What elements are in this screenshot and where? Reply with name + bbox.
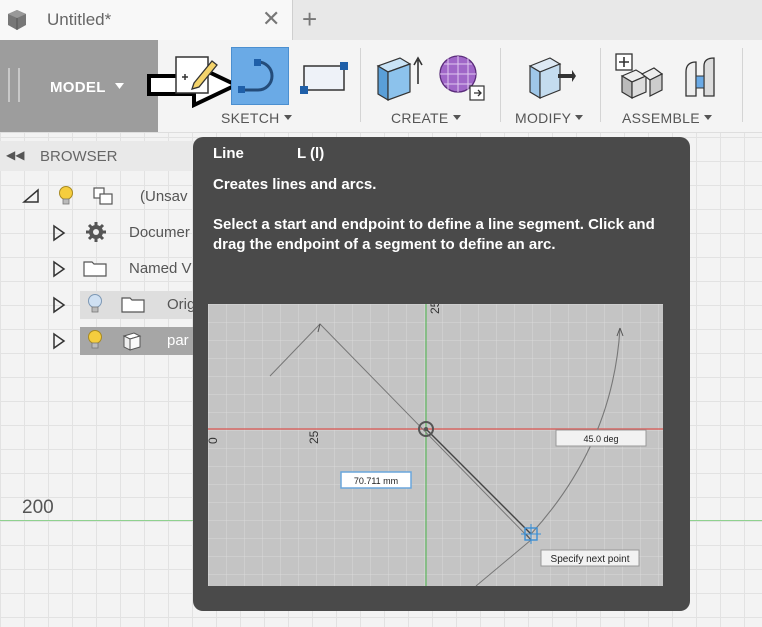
expand-triangle-icon[interactable] xyxy=(52,332,66,350)
preview-length-value: 70.711 mm xyxy=(354,476,398,486)
preview-axis-label-left: 0 xyxy=(208,437,220,444)
browser-title: BROWSER xyxy=(40,148,118,165)
toolbar-grip[interactable] xyxy=(8,68,20,102)
body-cube-icon xyxy=(122,332,142,351)
preview-axis-label-mid: 25 xyxy=(307,430,321,444)
tree-item-origin[interactable]: Origi xyxy=(52,291,202,319)
visibility-bulb-icon[interactable] xyxy=(87,293,103,315)
new-component-icon[interactable] xyxy=(612,50,664,102)
joint-icon[interactable] xyxy=(678,52,730,104)
tooltip-description: Select a start and endpoint to define a … xyxy=(213,216,655,253)
group-label-sketch[interactable]: SKETCH xyxy=(221,110,292,126)
tab-bar: Untitled* ✕ + xyxy=(0,0,762,41)
toolbar-separator xyxy=(742,48,743,122)
press-pull-icon[interactable] xyxy=(524,52,576,104)
line-arc-icon xyxy=(238,59,274,93)
line-tool-button[interactable] xyxy=(231,47,289,105)
expand-triangle-icon[interactable] xyxy=(52,224,66,242)
visibility-bulb-icon[interactable] xyxy=(58,185,74,207)
component-icon xyxy=(93,187,113,205)
tree-item-document-settings[interactable]: Documer xyxy=(52,219,202,247)
group-label-modify[interactable]: MODIFY xyxy=(515,110,584,126)
preview-sketch-illustration: 70.711 mm 45.0 deg Specify next point 25… xyxy=(208,304,663,586)
new-tab-icon[interactable]: + xyxy=(302,4,317,35)
chevron-down-icon xyxy=(704,115,713,121)
workspace-switcher[interactable]: MODEL xyxy=(0,40,158,132)
document-cube-icon xyxy=(8,10,26,30)
tooltip-preview-image: 70.711 mm 45.0 deg Specify next point 25… xyxy=(208,304,663,586)
tree-item-root[interactable]: (Unsav xyxy=(22,183,202,211)
tree-item-part[interactable]: par xyxy=(52,327,202,355)
workspace-label: MODEL xyxy=(50,79,106,96)
toolbar-separator xyxy=(600,48,601,122)
folder-icon xyxy=(83,261,107,277)
preview-prompt: Specify next point xyxy=(551,554,630,565)
group-label-create[interactable]: CREATE xyxy=(391,110,461,126)
browser-header[interactable]: ◀◀ BROWSER xyxy=(0,141,200,171)
tooltip-tool-name: Line xyxy=(213,145,244,162)
gear-icon xyxy=(86,222,106,242)
tooltip-shortcut: L (l) xyxy=(297,145,325,162)
tree-item-label: Documer xyxy=(129,224,190,241)
visibility-bulb-icon[interactable] xyxy=(87,329,103,351)
extrude-icon[interactable] xyxy=(372,52,424,104)
preview-angle-value: 45.0 deg xyxy=(583,434,618,444)
chevron-down-icon xyxy=(115,83,124,89)
toolbar: MODEL SKETCH CREATE MODIFY ASSEMBLE xyxy=(0,40,762,133)
chevron-down-icon xyxy=(283,115,292,121)
collapse-triangle-icon[interactable] xyxy=(22,188,40,204)
create-sketch-icon[interactable] xyxy=(172,53,218,99)
tree-item-label: Named V xyxy=(129,260,192,277)
chevron-down-icon xyxy=(575,115,584,121)
tree-item-label: (Unsav xyxy=(140,188,188,205)
expand-triangle-icon[interactable] xyxy=(52,260,66,278)
group-label-assemble[interactable]: ASSEMBLE xyxy=(622,110,713,126)
document-tab[interactable]: Untitled* ✕ xyxy=(0,0,293,40)
chevron-down-icon xyxy=(452,115,461,121)
rectangle-tool-icon[interactable] xyxy=(300,60,350,96)
folder-icon xyxy=(121,297,145,313)
toolbar-separator xyxy=(500,48,501,122)
line-tool-tooltip: Line L (l) Creates lines and arcs. Selec… xyxy=(193,137,690,611)
grid-label-left: 200 xyxy=(22,497,54,518)
tree-item-named-views[interactable]: Named V xyxy=(52,255,202,283)
tooltip-summary: Creates lines and arcs. xyxy=(213,176,377,193)
close-tab-icon[interactable]: ✕ xyxy=(262,6,280,32)
tab-title: Untitled* xyxy=(47,10,112,29)
expand-triangle-icon[interactable] xyxy=(52,296,66,314)
toolbar-separator xyxy=(360,48,361,122)
tree-item-label: par xyxy=(167,332,189,349)
collapse-browser-icon[interactable]: ◀◀ xyxy=(6,148,24,162)
form-sphere-icon[interactable] xyxy=(436,52,488,104)
preview-axis-label-top: 25 xyxy=(428,304,442,314)
